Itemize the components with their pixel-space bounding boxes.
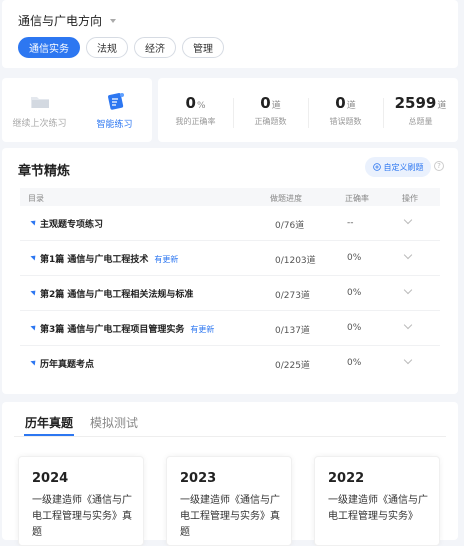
exam-card[interactable]: 2022 一级建造师《通信与广电工程管理与实务》 xyxy=(314,456,440,546)
table-header: 目录 做题进度 正确率 操作 xyxy=(20,188,440,206)
custom-practice-label: 自定义刷题 xyxy=(383,162,424,172)
exam-title: 一级建造师《通信与广电工程管理与实务》 xyxy=(328,495,428,522)
chapter-rate: 0% xyxy=(347,253,362,263)
chevron-down-icon[interactable] xyxy=(403,355,413,365)
col-directory: 目录 xyxy=(28,194,44,203)
table-row[interactable]: 第2篇 通信与广电工程相关法规与标准 0/273道 0% xyxy=(20,276,440,311)
subject-header: 通信与广电方向 通信实务 法规 经济 管理 xyxy=(2,0,458,68)
col-operation: 操作 xyxy=(402,194,418,203)
chapter-name: 第3篇 通信与广电工程项目管理实务 有更新 xyxy=(40,322,214,335)
chapter-name: 第2篇 通信与广电工程相关法规与标准 xyxy=(40,287,199,300)
tab-economy[interactable]: 经济 xyxy=(134,37,176,58)
help-icon[interactable]: ? xyxy=(434,161,444,171)
divider xyxy=(14,436,446,437)
table-row[interactable]: 第1篇 通信与广电工程技术 有更新 0/1203道 0% xyxy=(20,241,440,276)
chapter-section: 章节精炼 自定义刷题 ? 目录 做题进度 正确率 操作 主观题专项练习 0/76… xyxy=(2,148,458,394)
exam-card[interactable]: 2023 一级建造师《通信与广电工程管理与实务》真题 xyxy=(166,456,292,546)
folder-icon xyxy=(30,96,49,108)
col-progress: 做题进度 xyxy=(270,194,302,203)
stat-label: 我的正确率 xyxy=(175,116,216,126)
chapter-progress: 0/137道 xyxy=(275,326,310,336)
chapter-name: 主观题专项练习 xyxy=(40,217,109,230)
continue-practice-label: 继续上次练习 xyxy=(12,118,67,129)
expand-icon[interactable] xyxy=(30,288,38,296)
stats-panel: 0% 我的正确率 0道 正确题数 0道 错误题数 2599道 总题量 xyxy=(158,78,458,142)
plus-circle-icon xyxy=(372,163,381,171)
stat-unit: 道 xyxy=(346,100,356,111)
chevron-down-icon[interactable] xyxy=(403,320,413,330)
exam-title: 一级建造师《通信与广电工程管理与实务》真题 xyxy=(32,495,132,538)
stat-unit: % xyxy=(196,100,206,111)
chapter-progress: 0/76道 xyxy=(275,221,305,231)
col-rate: 正确率 xyxy=(345,194,369,203)
stat-value: 0 xyxy=(335,93,346,112)
exam-year: 2023 xyxy=(180,471,217,486)
stat-unit: 道 xyxy=(437,100,447,111)
tab-past-exams[interactable]: 历年真题 xyxy=(25,414,73,431)
chapter-name: 第1篇 通信与广电工程技术 有更新 xyxy=(40,252,178,265)
continue-practice-button[interactable]: 继续上次练习 xyxy=(2,78,77,142)
update-badge: 有更新 xyxy=(154,255,179,264)
table-row[interactable]: 历年真题考点 0/225道 0% xyxy=(20,346,440,381)
smart-practice-button[interactable]: 智能练习 xyxy=(77,78,152,142)
tab-management[interactable]: 管理 xyxy=(182,37,224,58)
chapter-title: 第2篇 通信与广电工程相关法规与标准 xyxy=(40,290,194,300)
chapter-name: 历年真题考点 xyxy=(40,357,100,370)
chevron-down-icon[interactable] xyxy=(403,250,413,260)
chapter-rate: 0% xyxy=(347,288,362,298)
smart-practice-label: 智能练习 xyxy=(96,119,133,130)
chapter-title: 主观题专项练习 xyxy=(40,220,104,230)
exam-title: 一级建造师《通信与广电工程管理与实务》真题 xyxy=(180,495,280,538)
chapter-title: 第3篇 通信与广电工程项目管理实务 xyxy=(40,325,185,335)
chevron-down-icon[interactable] xyxy=(403,215,413,225)
chevron-down-icon[interactable] xyxy=(403,285,413,295)
subject-label: 通信与广电方向 xyxy=(18,14,103,28)
stat-unit: 道 xyxy=(271,100,281,111)
chapter-title: 第1篇 通信与广电工程技术 xyxy=(40,255,149,265)
expand-icon[interactable] xyxy=(30,323,38,331)
update-badge: 有更新 xyxy=(190,325,215,334)
exam-section: 历年真题 模拟测试 2024 一级建造师《通信与广电工程管理与实务》真题 202… xyxy=(2,402,458,546)
custom-practice-button[interactable]: 自定义刷题 xyxy=(365,157,431,177)
chapter-progress: 0/225道 xyxy=(275,361,310,371)
stat-accuracy: 0% 我的正确率 xyxy=(158,94,233,127)
chapter-rate: 0% xyxy=(347,323,362,333)
stat-value: 0 xyxy=(185,93,196,112)
stat-correct: 0道 正确题数 xyxy=(233,93,308,128)
exam-year: 2022 xyxy=(328,471,365,486)
expand-icon[interactable] xyxy=(30,253,38,261)
chapter-rate: -- xyxy=(347,218,354,228)
stat-value: 0 xyxy=(260,93,271,112)
chapter-rate: 0% xyxy=(347,358,362,368)
chapter-progress: 0/1203道 xyxy=(275,256,316,266)
stat-value: 2599 xyxy=(394,93,437,112)
chapter-progress: 0/273道 xyxy=(275,291,310,301)
chapter-title: 历年真题考点 xyxy=(40,360,95,370)
expand-icon[interactable] xyxy=(30,218,38,226)
stat-total: 2599道 总题量 xyxy=(383,93,458,128)
expand-icon[interactable] xyxy=(30,358,38,366)
exam-card[interactable]: 2024 一级建造师《通信与广电工程管理与实务》真题 xyxy=(18,456,144,546)
stat-label: 总题量 xyxy=(408,116,433,126)
practice-entries: 继续上次练习 智能练习 xyxy=(2,78,152,142)
stat-wrong: 0道 错误题数 xyxy=(308,93,383,128)
stat-label: 错误题数 xyxy=(329,116,362,126)
table-row[interactable]: 主观题专项练习 0/76道 -- xyxy=(20,206,440,241)
tab-mock-tests[interactable]: 模拟测试 xyxy=(90,414,138,431)
subject-tabs: 通信实务 法规 经济 管理 xyxy=(18,37,224,58)
subject-selector[interactable]: 通信与广电方向 xyxy=(18,12,117,29)
smart-practice-icon xyxy=(107,92,124,110)
exam-year: 2024 xyxy=(32,471,69,486)
table-row[interactable]: 第3篇 通信与广电工程项目管理实务 有更新 0/137道 0% xyxy=(20,311,440,346)
tab-practice[interactable]: 通信实务 xyxy=(18,37,80,58)
tab-law[interactable]: 法规 xyxy=(86,37,128,58)
stat-label: 正确题数 xyxy=(254,116,287,126)
section-title: 章节精炼 xyxy=(18,164,71,179)
chevron-down-icon xyxy=(110,18,117,23)
